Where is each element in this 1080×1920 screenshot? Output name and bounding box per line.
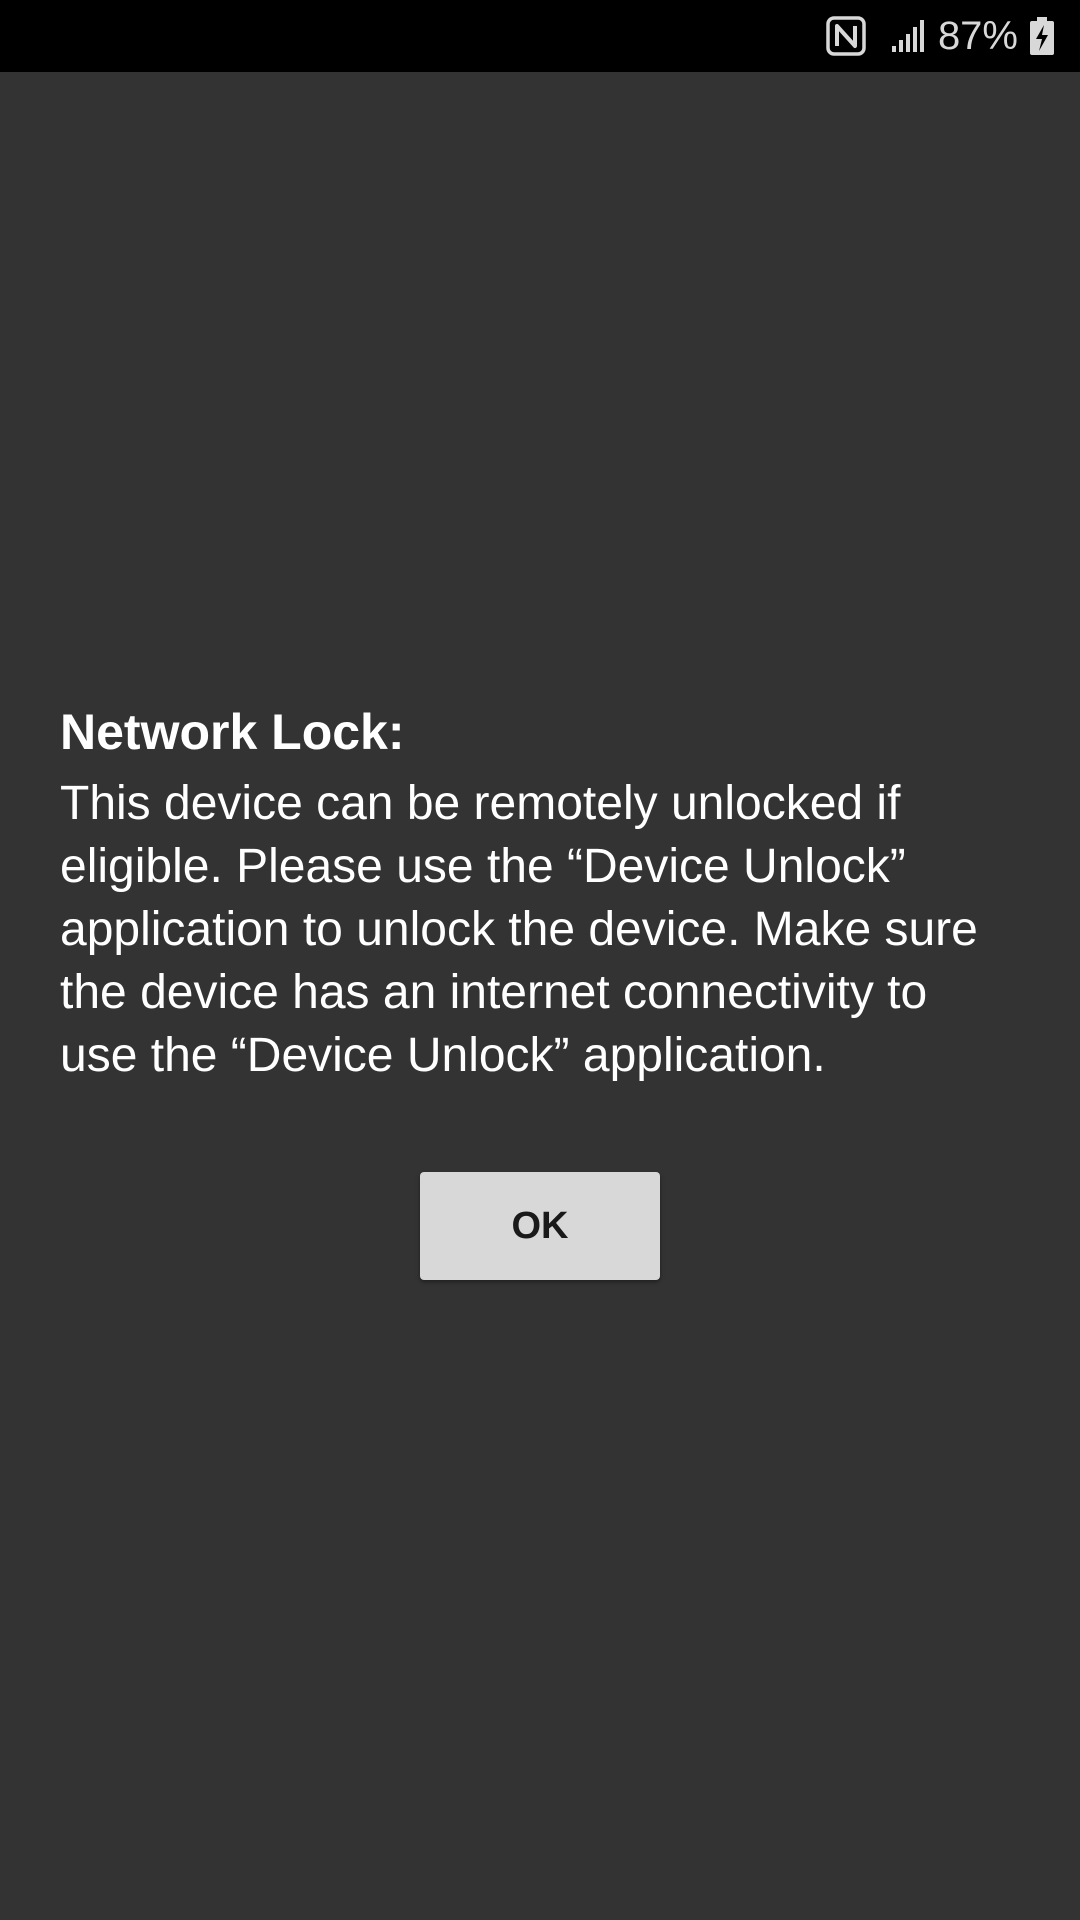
dialog-message: This device can be remotely unlocked if … xyxy=(60,777,978,1082)
signal-icon xyxy=(888,16,928,56)
dialog-title: Network Lock: xyxy=(60,704,405,760)
dialog-content: Network Lock: This device can be remotel… xyxy=(60,700,1020,1087)
status-bar: 87% xyxy=(0,0,1080,72)
ok-button[interactable]: OK xyxy=(420,1172,660,1280)
screen: 87% Network Lock: This device can be rem… xyxy=(0,0,1080,1920)
battery-charging-icon xyxy=(1028,16,1056,56)
nfc-icon xyxy=(826,16,866,56)
battery-percentage: 87% xyxy=(937,13,1018,58)
